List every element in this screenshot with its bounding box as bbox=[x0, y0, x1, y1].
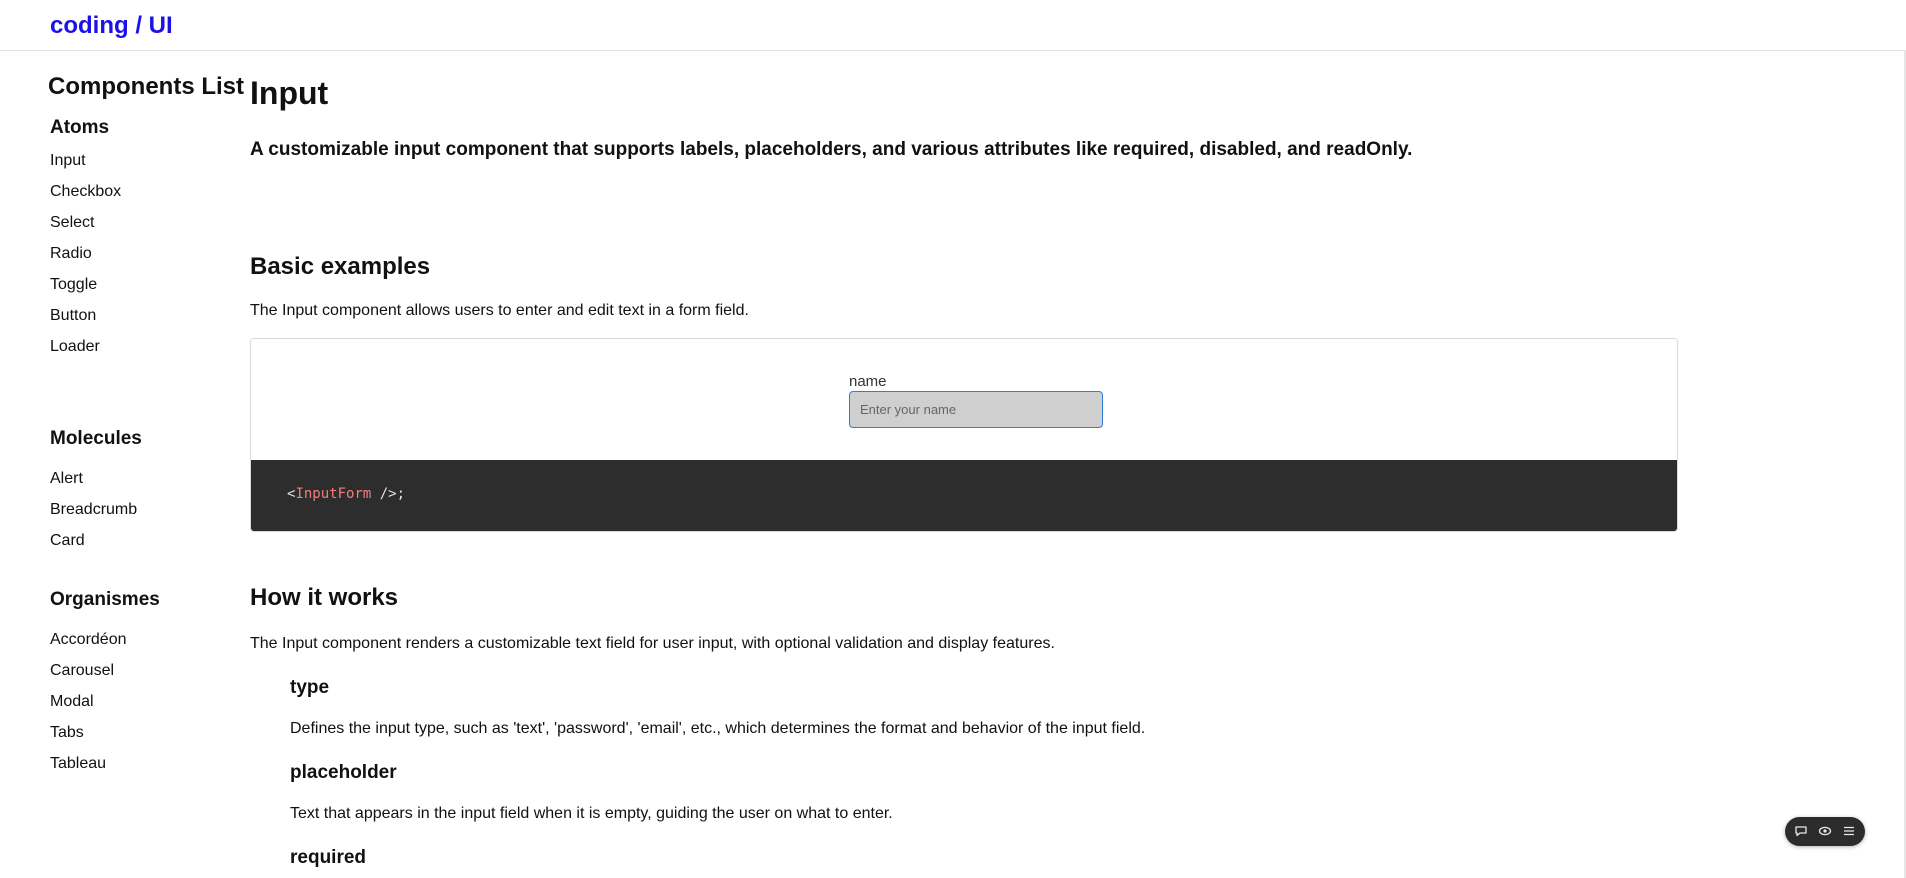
sidebar-group-atoms: Atoms bbox=[50, 117, 110, 138]
list-icon[interactable] bbox=[1842, 824, 1856, 838]
example-box: name <InputForm />; bbox=[250, 338, 1678, 532]
sidebar-item-radio[interactable]: Radio bbox=[50, 245, 92, 263]
sidebar-item-button[interactable]: Button bbox=[50, 307, 96, 325]
code-tag-name: InputForm bbox=[295, 486, 372, 502]
example-preview: name bbox=[251, 339, 1677, 460]
basic-examples-heading: Basic examples bbox=[250, 253, 431, 280]
prop-required-title: required bbox=[290, 847, 367, 868]
main-content: Input A customizable input component tha… bbox=[250, 51, 1680, 878]
code-close: />; bbox=[371, 486, 406, 502]
sidebar-item-tabs[interactable]: Tabs bbox=[50, 724, 84, 742]
floating-toolbar bbox=[1785, 817, 1865, 846]
top-bar: coding / UI bbox=[0, 0, 1906, 51]
sidebar-item-carousel[interactable]: Carousel bbox=[50, 662, 114, 680]
how-it-works-heading: How it works bbox=[250, 584, 399, 611]
code-block: <InputForm />; bbox=[251, 460, 1677, 531]
sidebar-item-modal[interactable]: Modal bbox=[50, 693, 94, 711]
name-field-label: name bbox=[849, 373, 887, 390]
sidebar-item-accordeon[interactable]: Accordéon bbox=[50, 631, 127, 649]
page-description: A customizable input component that supp… bbox=[250, 139, 1413, 160]
sidebar-item-input[interactable]: Input bbox=[50, 152, 86, 170]
sidebar-group-molecules: Molecules bbox=[50, 428, 142, 449]
prop-type-desc: Defines the input type, such as 'text', … bbox=[290, 720, 1146, 737]
sidebar-item-alert[interactable]: Alert bbox=[50, 470, 83, 488]
chat-icon[interactable] bbox=[1794, 824, 1808, 838]
eye-icon[interactable] bbox=[1818, 824, 1832, 838]
sidebar-title: Components List bbox=[48, 73, 244, 100]
sidebar-item-loader[interactable]: Loader bbox=[50, 338, 100, 356]
how-it-works-text: The Input component renders a customizab… bbox=[250, 635, 1055, 652]
name-input[interactable] bbox=[849, 391, 1103, 428]
sidebar-item-toggle[interactable]: Toggle bbox=[50, 276, 97, 294]
sidebar-item-breadcrumb[interactable]: Breadcrumb bbox=[50, 501, 137, 519]
sidebar-item-card[interactable]: Card bbox=[50, 532, 85, 550]
sidebar-item-tableau[interactable]: Tableau bbox=[50, 755, 106, 773]
sidebar-item-select[interactable]: Select bbox=[50, 214, 94, 232]
sidebar: Components List Atoms Input Checkbox Sel… bbox=[0, 51, 245, 878]
page-title: Input bbox=[250, 75, 329, 111]
site-logo-link[interactable]: coding / UI bbox=[50, 12, 173, 40]
prop-type-title: type bbox=[290, 677, 330, 698]
sidebar-item-checkbox[interactable]: Checkbox bbox=[50, 183, 121, 201]
code-line: <InputForm />; bbox=[287, 486, 405, 502]
prop-placeholder-title: placeholder bbox=[290, 762, 397, 783]
sidebar-group-organismes: Organismes bbox=[50, 589, 160, 610]
basic-examples-text: The Input component allows users to ente… bbox=[250, 302, 749, 319]
prop-placeholder-desc: Text that appears in the input field whe… bbox=[290, 805, 893, 822]
